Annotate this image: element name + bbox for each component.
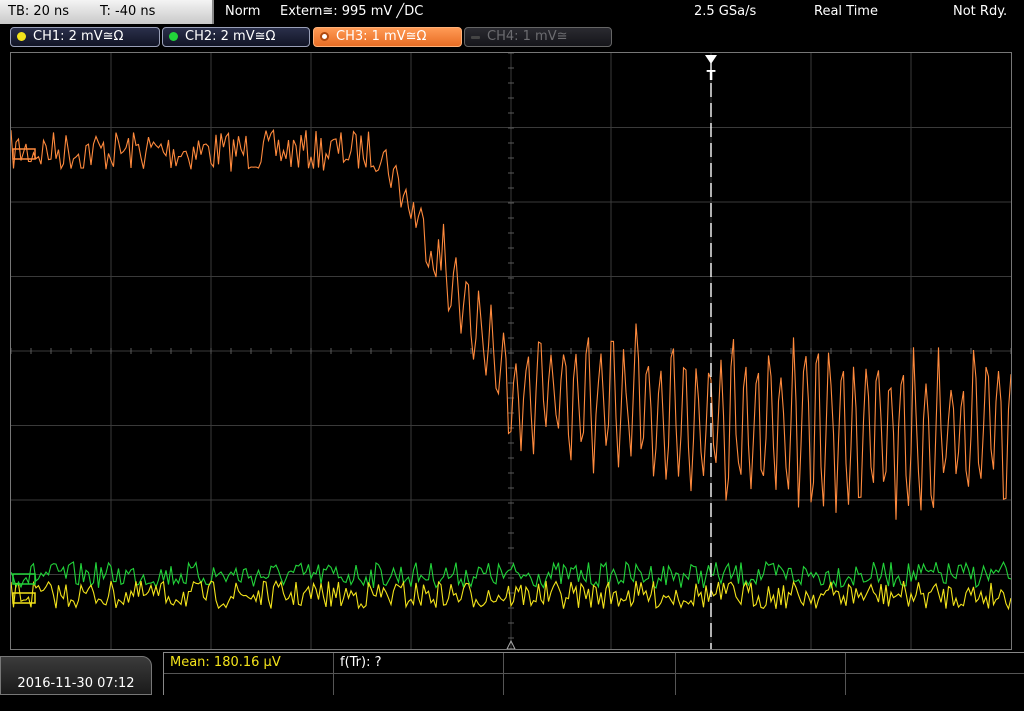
meas-slot-8[interactable]: [504, 674, 676, 695]
ch1-label: CH1: 2 mV≅Ω: [33, 29, 124, 44]
acquisition-mode-label[interactable]: Real Time: [814, 0, 878, 24]
status-bar: TB: 20 ns T: -40 ns Norm Extern≅: 995 mV…: [0, 0, 1024, 24]
meas-slot-9[interactable]: [676, 674, 846, 695]
tab-ch1[interactable]: CH1: 2 mV≅Ω: [10, 27, 160, 47]
meas-slot-3[interactable]: [504, 653, 676, 674]
trigger-arrow-icon: [705, 55, 717, 64]
datetime-box: 2016-11-30 07:12: [0, 656, 152, 695]
ch4-label: CH4: 1 mV≅: [487, 29, 568, 44]
ch3-indicator-icon: [320, 32, 329, 41]
waveform-display[interactable]: T: [10, 52, 1012, 650]
tab-ch2[interactable]: CH2: 2 mV≅Ω: [162, 27, 310, 47]
graticule: [11, 53, 1011, 649]
meas-slot-7[interactable]: [334, 674, 504, 695]
ch1-indicator-icon: [17, 32, 26, 41]
ch2-offset-icon[interactable]: [12, 573, 36, 585]
timebase-box[interactable]: TB: 20 ns T: -40 ns: [0, 0, 214, 24]
meas-slot-5[interactable]: [846, 653, 1024, 674]
meas-slot-6[interactable]: [164, 674, 334, 695]
ch4-indicator-icon: [471, 36, 480, 39]
waveform-canvas[interactable]: T: [11, 53, 1011, 649]
meas-slot-10[interactable]: [846, 674, 1024, 695]
measurement-table[interactable]: Mean: 180.16 µV f(Tr): ?: [163, 652, 1024, 695]
ch3-label: CH3: 1 mV≅Ω: [336, 29, 427, 44]
datetime-label: 2016-11-30 07:12: [17, 676, 135, 691]
trigger-time-label: T: -40 ns: [100, 4, 156, 19]
trigger-mode-label[interactable]: Norm: [225, 0, 260, 24]
ch2-indicator-icon: [169, 32, 178, 41]
meas-mean[interactable]: Mean: 180.16 µV: [164, 653, 334, 674]
sample-rate-label: 2.5 GSa/s: [694, 4, 757, 19]
ch2-label: CH2: 2 mV≅Ω: [185, 29, 276, 44]
trigger-t-icon: T: [707, 69, 716, 84]
meas-slot-4[interactable]: [676, 653, 846, 674]
channel-bar: CH1: 2 mV≅Ω CH2: 2 mV≅Ω CH3: 1 mV≅Ω CH4:…: [0, 26, 1024, 50]
tab-ch3[interactable]: CH3: 1 mV≅Ω: [313, 27, 462, 47]
channel-offset-markers[interactable]: [12, 148, 36, 604]
tab-ch4[interactable]: CH4: 1 mV≅: [464, 27, 612, 47]
meas-f-tr[interactable]: f(Tr): ?: [334, 653, 504, 674]
timebase-label: TB: 20 ns: [8, 4, 70, 19]
acquisition-status-label: Not Rdy.: [953, 4, 1008, 19]
trigger-source-label[interactable]: Extern≅: 995 mV ╱DC: [280, 0, 423, 24]
